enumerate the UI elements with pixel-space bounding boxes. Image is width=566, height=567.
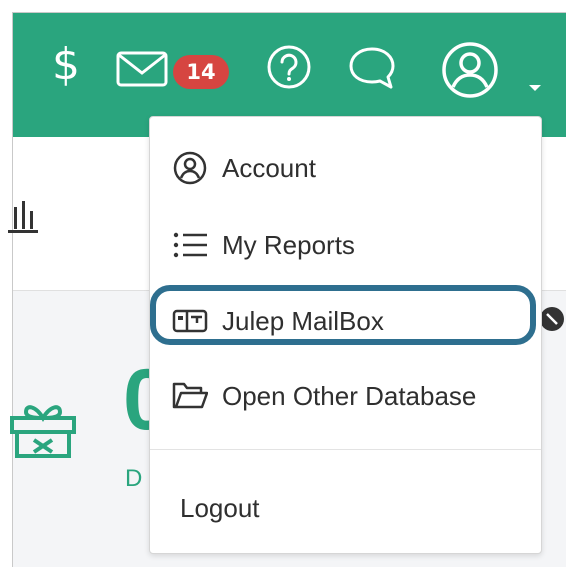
menu-item-label: Logout bbox=[180, 493, 260, 523]
menu-divider bbox=[150, 449, 541, 450]
mail-icon[interactable] bbox=[116, 51, 168, 87]
highlight-annotation bbox=[150, 285, 536, 345]
list-icon bbox=[173, 232, 207, 258]
menu-item-label: Open Other Database bbox=[222, 381, 477, 411]
dollar-icon[interactable]: $ bbox=[52, 43, 80, 87]
menu-item-label: Account bbox=[222, 153, 316, 183]
window-left-edge bbox=[0, 12, 13, 567]
gift-icon bbox=[10, 405, 76, 458]
window-top-edge bbox=[0, 0, 566, 13]
folder-open-icon bbox=[172, 382, 208, 409]
chat-icon[interactable] bbox=[347, 45, 397, 91]
bar-chart-icon[interactable] bbox=[0, 195, 40, 235]
user-circle-icon bbox=[173, 151, 207, 185]
menu-item-logout[interactable]: Logout bbox=[150, 479, 541, 535]
menu-item-label: My Reports bbox=[222, 230, 355, 260]
menu-item-my-reports[interactable]: My Reports bbox=[150, 216, 541, 272]
menu-item-account[interactable]: Account bbox=[150, 139, 541, 195]
mail-badge[interactable]: 14 bbox=[173, 55, 229, 89]
user-icon[interactable] bbox=[441, 41, 499, 99]
help-icon[interactable] bbox=[266, 44, 312, 90]
menu-item-open-other-database[interactable]: Open Other Database bbox=[150, 367, 541, 423]
caret-down-icon[interactable] bbox=[529, 85, 541, 91]
close-icon[interactable] bbox=[538, 305, 566, 333]
stat-label: D bbox=[125, 465, 143, 492]
